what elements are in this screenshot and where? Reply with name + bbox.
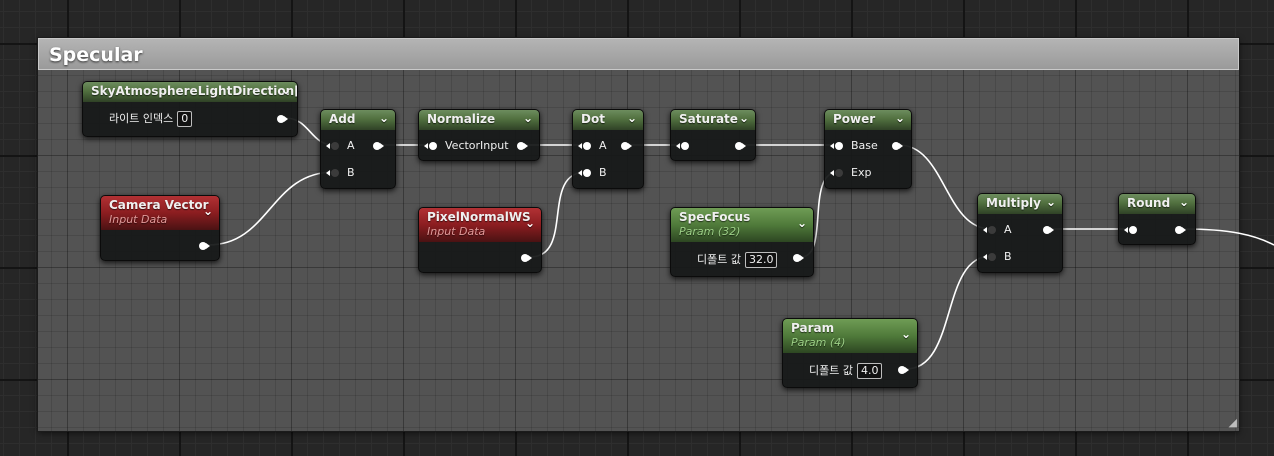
chevron-down-icon[interactable]: ⌄ — [1179, 195, 1189, 209]
node-multiply[interactable]: Multiply ⌄ A B — [977, 193, 1063, 273]
chevron-down-icon[interactable]: ⌄ — [525, 216, 535, 230]
node-title: Power ⌄ — [825, 110, 911, 130]
node-title: Dot ⌄ — [573, 110, 643, 130]
node-sky-atmosphere-light-direction[interactable]: SkyAtmosphereLightDirection[0] ⌄ 라이트 인덱스 0 — [82, 81, 298, 137]
light-index-label: 라이트 인덱스 — [109, 112, 174, 125]
node-title-text: SpecFocus — [679, 210, 751, 224]
node-spec-focus[interactable]: SpecFocus Param (32) ⌄ 디폴트 값 32.0 — [670, 207, 814, 277]
node-title-text: Add — [329, 112, 356, 126]
node-title-text: PixelNormalWS — [427, 210, 531, 224]
node-title-text: SkyAtmosphereLightDirection[0] — [91, 84, 297, 98]
output-pin[interactable] — [892, 142, 903, 150]
node-title: Saturate ⌄ — [671, 110, 755, 130]
pin-label-a: A — [1004, 223, 1012, 236]
node-normalize[interactable]: Normalize ⌄ VectorInput — [418, 109, 540, 161]
node-round[interactable]: Round ⌄ — [1118, 193, 1196, 245]
node-title: Round ⌄ — [1119, 194, 1195, 214]
node-title: Multiply ⌄ — [978, 194, 1062, 214]
node-title: SkyAtmosphereLightDirection[0] ⌄ — [83, 82, 297, 102]
pin-label-b: B — [347, 166, 355, 179]
node-param[interactable]: Param Param (4) ⌄ 디폴트 값 4.0 — [782, 318, 918, 388]
output-pin[interactable] — [373, 142, 384, 150]
chevron-down-icon[interactable]: ⌄ — [739, 111, 749, 125]
output-pin[interactable] — [621, 142, 632, 150]
default-value-label: 디폴트 값 — [809, 364, 853, 377]
light-index-value[interactable]: 0 — [177, 111, 193, 127]
input-pin[interactable] — [676, 142, 689, 150]
node-add[interactable]: Add ⌄ A B — [320, 109, 396, 189]
node-subtitle: Param (4) — [791, 336, 846, 349]
chevron-down-icon[interactable]: ⌄ — [523, 111, 533, 125]
node-title-text: Power — [833, 112, 876, 126]
chevron-down-icon[interactable]: ⌄ — [797, 216, 807, 230]
input-pin-base[interactable] — [830, 142, 843, 150]
output-pin[interactable] — [1175, 226, 1186, 234]
node-title: Add ⌄ — [321, 110, 395, 130]
chevron-down-icon[interactable]: ⌄ — [203, 204, 213, 218]
input-pin-vector[interactable] — [424, 142, 437, 150]
node-subtitle: Input Data — [427, 225, 486, 238]
output-pin[interactable] — [199, 242, 210, 250]
pin-label-a: A — [599, 139, 607, 152]
node-title: Camera Vector Input Data ⌄ — [101, 196, 219, 230]
input-pin-exp[interactable] — [830, 169, 843, 177]
input-pin-a[interactable] — [326, 142, 339, 150]
input-pin[interactable] — [1124, 226, 1137, 234]
node-subtitle: Param (32) — [679, 225, 741, 238]
pin-label-exp: Exp — [851, 166, 872, 179]
pin-label-b: B — [1004, 250, 1012, 263]
node-dot[interactable]: Dot ⌄ A B — [572, 109, 644, 189]
input-pin-b[interactable] — [326, 169, 339, 177]
input-pin-b[interactable] — [578, 169, 591, 177]
node-title: Param Param (4) ⌄ — [783, 319, 917, 353]
default-value-param: 디폴트 값 32.0 — [697, 252, 778, 268]
chevron-down-icon[interactable]: ⌄ — [627, 111, 637, 125]
node-title-text: Round — [1127, 196, 1171, 210]
pin-label-b: B — [599, 166, 607, 179]
node-title-text: Saturate — [679, 112, 738, 126]
output-pin[interactable] — [898, 366, 909, 374]
node-title-text: Camera Vector — [109, 198, 209, 212]
output-pin[interactable] — [517, 142, 528, 150]
chevron-down-icon[interactable]: ⌄ — [379, 111, 389, 125]
node-title: PixelNormalWS Input Data ⌄ — [419, 208, 541, 242]
input-pin-a[interactable] — [578, 142, 591, 150]
input-pin-b[interactable] — [983, 253, 996, 261]
default-value-input[interactable]: 4.0 — [856, 363, 883, 379]
resize-grip-icon[interactable]: ◢ — [1225, 417, 1237, 429]
pin-label-vectorinput: VectorInput — [445, 139, 509, 152]
node-title: SpecFocus Param (32) ⌄ — [671, 208, 813, 242]
node-camera-vector[interactable]: Camera Vector Input Data ⌄ — [100, 195, 220, 261]
node-pixel-normal-ws[interactable]: PixelNormalWS Input Data ⌄ — [418, 207, 542, 273]
output-pin[interactable] — [277, 115, 288, 123]
node-title-text: Normalize — [427, 112, 496, 126]
output-pin[interactable] — [735, 142, 746, 150]
node-title-text: Param — [791, 321, 835, 335]
chevron-down-icon[interactable]: ⌄ — [895, 111, 905, 125]
node-power[interactable]: Power ⌄ Base Exp — [824, 109, 912, 189]
output-pin[interactable] — [521, 254, 532, 262]
node-title-text: Dot — [581, 112, 605, 126]
input-pin-a[interactable] — [983, 226, 996, 234]
node-title: Normalize ⌄ — [419, 110, 539, 130]
comment-title[interactable]: Specular — [38, 38, 1239, 70]
output-pin[interactable] — [793, 254, 804, 262]
chevron-down-icon[interactable]: ⌄ — [1046, 195, 1056, 209]
pin-label-base: Base — [851, 139, 878, 152]
default-value-label: 디폴트 값 — [697, 253, 741, 266]
node-subtitle: Input Data — [109, 213, 168, 226]
output-pin[interactable] — [1043, 226, 1054, 234]
light-index-param: 라이트 인덱스 0 — [109, 111, 193, 127]
node-saturate[interactable]: Saturate ⌄ — [670, 109, 756, 161]
node-title-text: Multiply — [986, 196, 1041, 210]
default-value-param: 디폴트 값 4.0 — [809, 363, 883, 379]
pin-label-a: A — [347, 139, 355, 152]
chevron-down-icon[interactable]: ⌄ — [901, 327, 911, 341]
chevron-down-icon[interactable]: ⌄ — [281, 83, 291, 97]
default-value-input[interactable]: 32.0 — [744, 252, 778, 268]
